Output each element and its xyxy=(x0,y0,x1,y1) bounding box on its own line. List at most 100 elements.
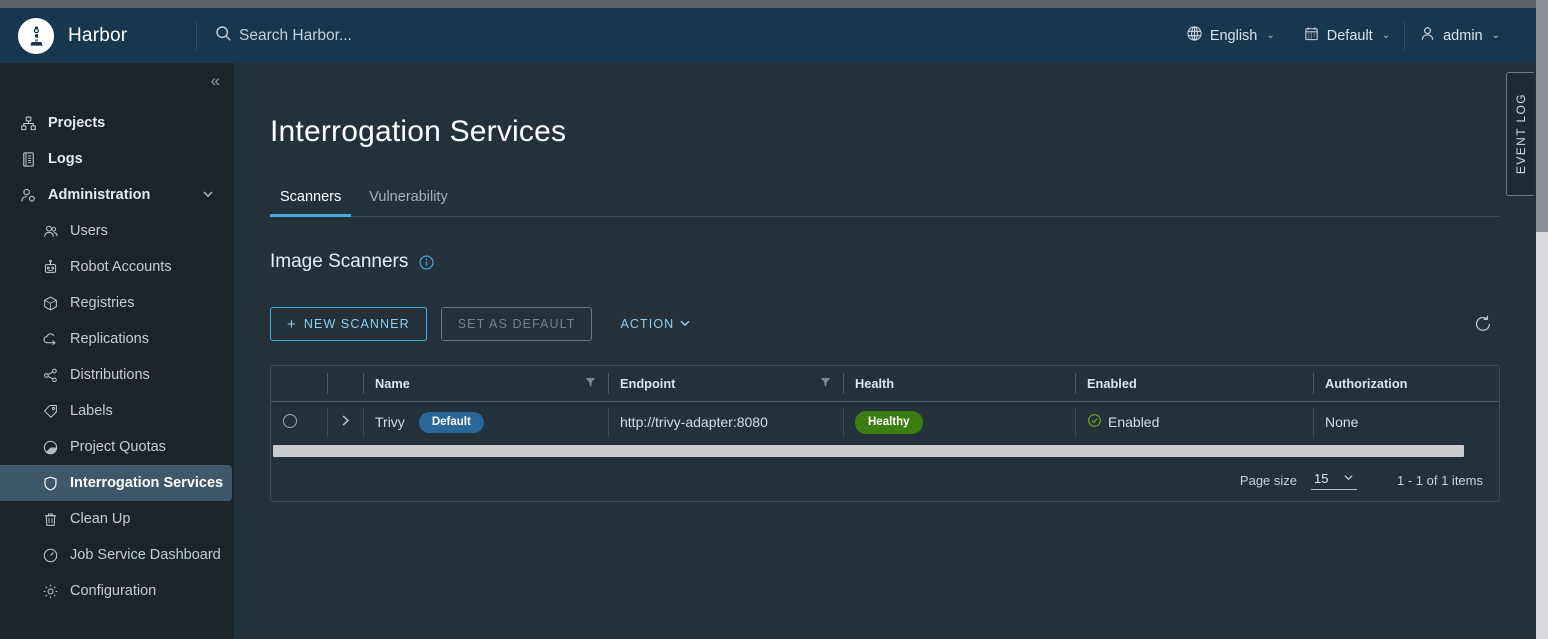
sidebar-item-label: Robot Accounts xyxy=(70,259,172,275)
new-scanner-label: NEW SCANNER xyxy=(303,317,410,331)
calendar-icon xyxy=(1303,25,1320,46)
refresh-icon[interactable] xyxy=(1472,313,1494,335)
row-select-cell[interactable] xyxy=(271,401,327,443)
sidebar-item-label: Project Quotas xyxy=(70,439,166,455)
row-expand-cell[interactable] xyxy=(327,401,363,443)
chevron-right-icon[interactable] xyxy=(339,414,352,431)
table-row[interactable]: Trivy Default http://trivy-adapter:8080 … xyxy=(271,401,1499,443)
os-titlebar-strip xyxy=(0,0,1548,8)
sidebar-item-labels[interactable]: Labels xyxy=(0,393,234,429)
users-icon xyxy=(42,223,59,240)
collapse-sidebar-icon[interactable]: « xyxy=(211,71,221,91)
page-size-label: Page size xyxy=(1239,472,1298,488)
scanners-table-card: Name Endpoint Health Enabled Authorizati… xyxy=(270,365,1500,502)
column-label: Enabled xyxy=(1087,375,1137,391)
set-as-default-label: SET AS DEFAULT xyxy=(457,317,576,331)
column-header-name[interactable]: Name xyxy=(363,366,608,402)
header-right-controls: English ⌄ Default ⌄ admin ⌄ xyxy=(1172,8,1536,63)
harbor-lighthouse-logo xyxy=(18,17,54,54)
distributions-icon xyxy=(42,367,59,384)
chevron-down-icon xyxy=(679,317,691,332)
radio-button[interactable] xyxy=(283,413,297,428)
sidebar-item-robot-accounts[interactable]: Robot Accounts xyxy=(0,249,234,285)
section-title: Image Scanners xyxy=(270,251,409,272)
search-area[interactable] xyxy=(197,8,1172,63)
horizontal-scrollbar-thumb[interactable] xyxy=(273,445,1465,457)
column-label: Name xyxy=(375,375,410,391)
section-header: Image Scanners xyxy=(270,251,1500,273)
table-toolbar: + NEW SCANNER SET AS DEFAULT ACTION xyxy=(270,307,1500,341)
event-log-tab[interactable]: EVENT LOG xyxy=(1506,72,1534,196)
tab-vulnerability[interactable]: Vulnerability xyxy=(359,183,457,217)
sidebar-item-project-quotas[interactable]: Project Quotas xyxy=(0,429,234,465)
enabled-label: Enabled xyxy=(1108,414,1160,431)
globe-icon xyxy=(1186,25,1203,46)
sidebar-item-interrogation-services[interactable]: Interrogation Services xyxy=(0,465,232,501)
language-selector[interactable]: English ⌄ xyxy=(1172,8,1289,63)
sidebar-item-label: Interrogation Services xyxy=(70,475,224,491)
column-label: Health xyxy=(855,375,895,391)
column-header-enabled: Enabled xyxy=(1075,366,1313,402)
sidebar-item-job-service-dashboard[interactable]: Job Service Dashboard xyxy=(0,537,234,573)
new-scanner-button[interactable]: + NEW SCANNER xyxy=(270,307,427,341)
brand[interactable]: Harbor xyxy=(0,17,196,54)
column-header-endpoint[interactable]: Endpoint xyxy=(608,366,843,402)
action-menu-button[interactable]: ACTION xyxy=(606,307,707,341)
plus-icon: + xyxy=(287,315,297,333)
trash-icon xyxy=(42,511,59,528)
project-selector[interactable]: Default ⌄ xyxy=(1289,8,1404,63)
sidebar-collapse-row: « xyxy=(0,63,234,99)
quotas-icon xyxy=(42,439,59,456)
sidebar-item-replications[interactable]: Replications xyxy=(0,321,234,357)
horizontal-scrollbar[interactable] xyxy=(271,443,1499,459)
tab-scanners[interactable]: Scanners xyxy=(270,183,352,217)
column-header-authorization: Authorization xyxy=(1313,366,1499,402)
set-as-default-button[interactable]: SET AS DEFAULT xyxy=(440,307,593,341)
sidebar-item-label: Labels xyxy=(70,403,113,419)
cell-enabled: Enabled xyxy=(1075,401,1313,443)
sidebar-item-distributions[interactable]: Distributions xyxy=(0,357,234,393)
table-header-row: Name Endpoint Health Enabled Authorizati… xyxy=(271,366,1499,402)
sidebar-item-projects[interactable]: Projects xyxy=(0,105,234,141)
column-label: Endpoint xyxy=(620,375,676,391)
table-body: Trivy Default http://trivy-adapter:8080 … xyxy=(271,401,1499,443)
window-scrollbar-thumb[interactable] xyxy=(1536,0,1548,232)
user-label: admin xyxy=(1443,27,1483,44)
chevron-down-icon[interactable] xyxy=(202,188,234,203)
filter-icon[interactable] xyxy=(585,376,596,391)
app-header: Harbor English ⌄ xyxy=(0,8,1536,63)
cell-authorization: None xyxy=(1313,401,1499,443)
window-scrollbar[interactable] xyxy=(1536,0,1548,639)
cell-name: Trivy Default xyxy=(363,401,608,443)
event-log-label: EVENT LOG xyxy=(1513,93,1528,175)
page-title: Interrogation Services xyxy=(270,115,567,148)
sidebar-item-configuration[interactable]: Configuration xyxy=(0,573,234,609)
default-badge: Default xyxy=(418,411,484,433)
user-menu[interactable]: admin ⌄ xyxy=(1405,8,1514,63)
sidebar-item-registries[interactable]: Registries xyxy=(0,285,234,321)
filter-icon[interactable] xyxy=(820,376,831,391)
sidebar-item-logs[interactable]: Logs xyxy=(0,141,234,177)
administration-icon xyxy=(20,187,37,204)
status-badge: Healthy xyxy=(855,410,923,434)
sidebar: « Projects Logs Administration Users Rob… xyxy=(0,63,234,639)
sidebar-item-users[interactable]: Users xyxy=(0,213,234,249)
user-icon xyxy=(1419,25,1436,46)
cell-health: Healthy xyxy=(843,401,1075,443)
sidebar-item-label: Distributions xyxy=(70,367,150,383)
select-column-header xyxy=(271,366,327,402)
sidebar-nav: Projects Logs Administration Users Robot… xyxy=(0,99,234,609)
page-size-select[interactable]: 15 xyxy=(1311,471,1358,490)
sidebar-item-administration[interactable]: Administration xyxy=(0,177,234,213)
labels-icon xyxy=(42,403,59,420)
projects-icon xyxy=(20,115,37,132)
sidebar-item-clean-up[interactable]: Clean Up xyxy=(0,501,234,537)
app-window: Harbor English ⌄ xyxy=(0,0,1548,639)
sidebar-item-label: Users xyxy=(70,223,108,239)
tab-bar: Scanners Vulnerability xyxy=(270,183,1500,217)
scanner-name: Trivy xyxy=(375,414,405,431)
search-input[interactable] xyxy=(239,26,639,45)
expand-column-header xyxy=(327,366,363,402)
info-icon[interactable] xyxy=(418,254,435,271)
search-icon xyxy=(215,25,232,47)
